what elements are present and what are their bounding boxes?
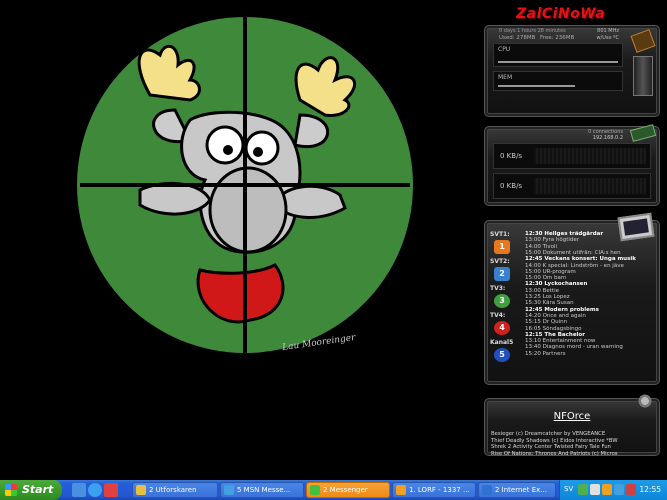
tv-program[interactable]: 15:20 Partners <box>525 351 650 357</box>
used-memory: Used: 278MB <box>499 35 536 41</box>
folder-icon <box>136 485 146 495</box>
channel-svt2: SVT2: <box>490 258 510 265</box>
volume-icon[interactable] <box>590 484 600 495</box>
antivirus-icon[interactable] <box>626 484 636 495</box>
uptime-text: 0 days 1 hours 28 minutes <box>499 28 566 34</box>
app-logo: ZalCiNoWa <box>516 6 606 22</box>
cpu-chip-icon <box>630 29 656 53</box>
media-player-icon[interactable] <box>104 483 118 497</box>
download-rate: 0 KB/s <box>500 152 523 160</box>
cpu-label: CPU <box>498 46 511 53</box>
channel-logo-svt1: 1 <box>494 240 510 254</box>
nfo-line[interactable]: Shrek 2 Activity Center Twisted Fairy Ta… <box>491 444 655 450</box>
cpu-temp: w/Use ºC <box>596 35 619 41</box>
channel-logo-tv4: 4 <box>494 321 510 335</box>
chat-icon <box>396 485 406 495</box>
channel-logo-tv3: 3 <box>494 294 510 308</box>
tv-guide-widget[interactable]: SVT1: 1 SVT2: 2 TV3: 3 TV4: 4 Kanal5 5 1… <box>484 212 660 385</box>
pc-tower-icon <box>633 56 653 96</box>
channel-logo-kanal5: 5 <box>494 348 510 362</box>
task-button[interactable]: 1. LORF - 1337 ... <box>392 482 476 498</box>
moose-snout <box>208 166 288 254</box>
system-monitor-widget[interactable]: 0 days 1 hours 28 minutes 801 MHz Used: … <box>484 25 660 117</box>
nforce-widget[interactable]: NFOrce Besieger (c) Dreamcatcher by VENG… <box>484 393 660 457</box>
channel-tv4: TV4: <box>490 312 506 319</box>
ip-address: 192.168.0.2 <box>592 135 623 141</box>
memory-gauge: MEM <box>493 71 623 91</box>
channel-logo-svt2: 2 <box>494 267 510 281</box>
download-graph: 0 KB/s <box>493 143 651 169</box>
channel-svt1: SVT1: <box>490 231 510 238</box>
nfo-line[interactable]: Rise Of Nations: Thrones And Patriots (c… <box>491 451 655 457</box>
taskbar: Start 2 Utforskaren 5 MSN Messe... 2 Mes… <box>0 480 667 500</box>
gear-icon[interactable] <box>635 393 655 409</box>
internet-explorer-icon[interactable] <box>88 483 102 497</box>
system-tray: SV 12:55 <box>559 480 667 500</box>
free-memory: Free: 236MB <box>540 35 575 41</box>
messenger-icon <box>310 485 320 495</box>
task-button[interactable]: 5 MSN Messe... <box>220 482 304 498</box>
cpu-gauge: CPU <box>493 43 623 67</box>
clock[interactable]: 12:55 <box>639 485 661 494</box>
start-button[interactable]: Start <box>0 480 62 500</box>
windows-logo-icon <box>5 484 17 496</box>
language-indicator[interactable]: SV <box>564 485 573 493</box>
left-hand <box>138 181 212 216</box>
task-button[interactable]: 2 Internet Ex... <box>478 482 556 498</box>
nforce-title: NFOrce <box>553 411 591 422</box>
cpu-speed: 801 MHz <box>597 28 619 34</box>
internet-explorer-icon <box>482 485 492 495</box>
network-tray-icon[interactable] <box>578 484 588 495</box>
network-card-icon <box>629 124 657 142</box>
mem-label: MEM <box>498 74 513 81</box>
channel-tv3: TV3: <box>490 285 506 292</box>
show-desktop-icon[interactable] <box>72 483 86 497</box>
network-monitor-widget[interactable]: 0 connections 192.168.0.2 0 KB/s 0 KB/s <box>484 124 660 206</box>
nfo-line[interactable]: Besieger (c) Dreamcatcher by VENGEANCE <box>491 431 655 437</box>
wallpaper-moose-crosshair <box>77 15 413 360</box>
nfo-line[interactable]: Thief Deadly Shadows (c) Eidos Interacti… <box>491 438 655 444</box>
upload-graph: 0 KB/s <box>493 173 651 199</box>
upload-rate: 0 KB/s <box>500 182 523 190</box>
msn-tray-icon[interactable] <box>614 484 624 495</box>
task-button[interactable]: 2 Utforskaren <box>132 482 218 498</box>
messenger-tray-icon[interactable] <box>602 484 612 495</box>
channel-kanal5: Kanal5 <box>490 339 514 346</box>
msn-icon <box>224 485 234 495</box>
task-button[interactable]: 2 Messenger <box>306 482 390 498</box>
start-label: Start <box>22 483 54 496</box>
